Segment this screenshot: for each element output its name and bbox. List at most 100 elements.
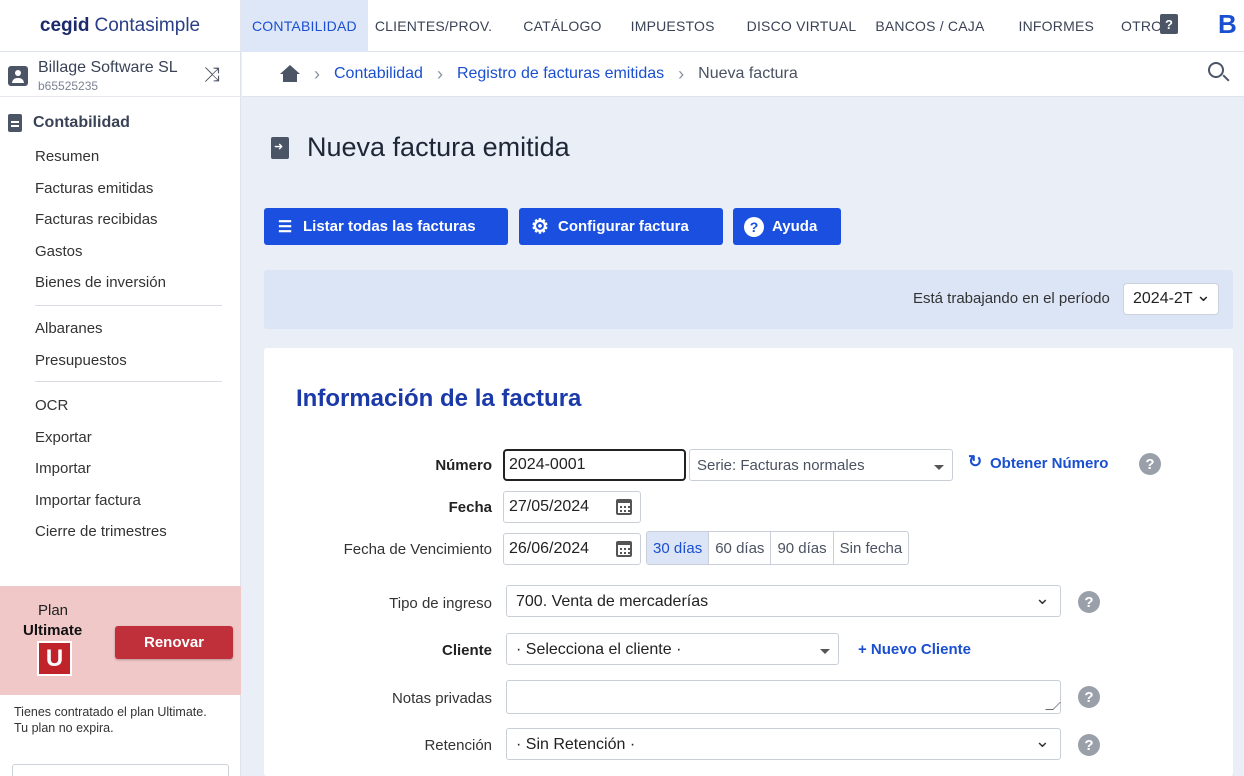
tipo-ingreso-label: Tipo de ingreso bbox=[389, 595, 492, 612]
serie-value: Serie: Facturas normales bbox=[697, 457, 865, 474]
top-nav: cegid Contasimple CONTABILIDAD CLIENTES/… bbox=[0, 0, 1244, 52]
retencion-value: · Sin Retención · bbox=[516, 736, 636, 753]
sidebar-item-presupuestos[interactable]: Presupuestos bbox=[35, 352, 127, 369]
refresh-icon[interactable]: ↻ bbox=[968, 452, 982, 472]
home-icon[interactable] bbox=[280, 65, 300, 83]
notas-textarea[interactable] bbox=[506, 680, 1061, 714]
document-icon bbox=[8, 114, 22, 132]
account-icon bbox=[8, 66, 28, 86]
sidebar-bottom-field[interactable] bbox=[12, 764, 229, 776]
breadcrumb: › Contabilidad › Registro de facturas em… bbox=[242, 52, 1244, 97]
plan-note-line2: Tu plan no expira. bbox=[14, 721, 114, 735]
plan-note: Tienes contratado el plan Ultimate. Tu p… bbox=[14, 704, 234, 736]
sidebar-item-facturas-emitidas[interactable]: Facturas emitidas bbox=[35, 180, 153, 197]
sidebar-divider bbox=[35, 381, 222, 382]
help-button[interactable]: ? Ayuda bbox=[733, 208, 841, 245]
sidebar-item-resumen[interactable]: Resumen bbox=[35, 148, 99, 165]
calendar-icon[interactable] bbox=[616, 499, 632, 515]
sidebar-item-bienes-inversion[interactable]: Bienes de inversión bbox=[35, 274, 166, 291]
account-id: b65525235 bbox=[38, 79, 99, 93]
section-title: Contabilidad bbox=[33, 114, 130, 131]
days-60-button[interactable]: 60 días bbox=[709, 532, 772, 564]
user-menu-logo[interactable]: B bbox=[1218, 9, 1237, 40]
help-icon[interactable]: ? bbox=[1160, 14, 1178, 34]
card-title: Información de la factura bbox=[296, 385, 582, 412]
sidebar-divider bbox=[35, 305, 222, 306]
fecha-input[interactable]: 27/05/2024 bbox=[503, 491, 641, 523]
serie-select[interactable]: Serie: Facturas normales bbox=[689, 449, 953, 481]
chevron-right-icon: › bbox=[678, 63, 685, 84]
plan-label: Plan bbox=[38, 602, 69, 619]
renew-button[interactable]: Renovar bbox=[115, 626, 233, 659]
numero-label: Número bbox=[435, 457, 492, 474]
chevron-right-icon: › bbox=[436, 63, 443, 84]
nav-bancos-caja[interactable]: BANCOS / CAJA bbox=[875, 0, 984, 52]
due-days-group: 30 días 60 días 90 días Sin fecha bbox=[646, 531, 910, 565]
days-90-button[interactable]: 90 días bbox=[771, 532, 834, 564]
sidebar-item-cierre-trimestres[interactable]: Cierre de trimestres bbox=[35, 523, 167, 540]
question-icon: ? bbox=[744, 216, 764, 237]
sidebar-item-albaranes[interactable]: Albaranes bbox=[35, 320, 103, 337]
plan-note-line1: Tienes contratado el plan Ultimate. bbox=[14, 705, 207, 719]
page-title: Nueva factura emitida bbox=[307, 132, 570, 162]
numero-input[interactable]: 2024-0001 bbox=[503, 449, 686, 481]
sidebar-item-ocr[interactable]: OCR bbox=[35, 397, 68, 414]
gear-icon: ⚙ bbox=[531, 216, 549, 238]
no-date-button[interactable]: Sin fecha bbox=[834, 532, 909, 564]
cliente-label: Cliente bbox=[441, 642, 492, 659]
configure-invoice-button[interactable]: ⚙ Configurar factura bbox=[519, 208, 723, 245]
plan-box: Plan Ultimate U Renovar bbox=[0, 586, 241, 695]
new-invoice-icon bbox=[271, 137, 289, 159]
vencimiento-label: Fecha de Vencimiento bbox=[343, 541, 492, 558]
plan-badge-icon: U bbox=[37, 641, 72, 676]
nav-disco-virtual[interactable]: DISCO VIRTUAL bbox=[747, 0, 857, 52]
retencion-select[interactable]: · Sin Retención · bbox=[506, 728, 1061, 760]
plan-name: Ultimate bbox=[23, 622, 83, 639]
days-30-button[interactable]: 30 días bbox=[647, 532, 710, 564]
nav-informes[interactable]: INFORMES bbox=[1019, 0, 1095, 52]
sidebar-item-gastos[interactable]: Gastos bbox=[35, 243, 83, 260]
nav-catalogo[interactable]: CATÁLOGO bbox=[523, 0, 601, 52]
period-label: Está trabajando en el período bbox=[913, 290, 1110, 307]
sidebar-item-exportar[interactable]: Exportar bbox=[35, 429, 92, 446]
breadcrumb-contabilidad[interactable]: Contabilidad bbox=[334, 65, 423, 83]
period-value: 2024-2T bbox=[1133, 290, 1193, 307]
search-icon[interactable] bbox=[1208, 62, 1224, 78]
obtener-numero-link[interactable]: Obtener Número bbox=[990, 455, 1108, 472]
nav-contabilidad[interactable]: CONTABILIDAD bbox=[241, 0, 368, 52]
sidebar: Billage Software SL b65525235 ⤨ Contabil… bbox=[0, 52, 241, 776]
fecha-value: 27/05/2024 bbox=[509, 498, 590, 515]
nav-impuestos[interactable]: IMPUESTOS bbox=[631, 0, 715, 52]
period-select[interactable]: 2024-2T bbox=[1123, 283, 1219, 315]
period-bar: Está trabajando en el período 2024-2T bbox=[264, 270, 1233, 329]
notas-label: Notas privadas bbox=[391, 690, 492, 707]
fecha-label: Fecha bbox=[448, 499, 492, 516]
breadcrumb-registro-facturas[interactable]: Registro de facturas emitidas bbox=[457, 65, 664, 83]
nuevo-cliente-link[interactable]: + Nuevo Cliente bbox=[858, 641, 971, 658]
nav-clientes[interactable]: CLIENTES/PROV. bbox=[375, 0, 492, 52]
help-icon[interactable]: ? bbox=[1078, 734, 1100, 756]
help-icon[interactable]: ? bbox=[1139, 453, 1161, 475]
list-invoices-label: Listar todas las facturas bbox=[303, 218, 476, 235]
sidebar-item-facturas-recibidas[interactable]: Facturas recibidas bbox=[35, 211, 158, 228]
brand-part1: cegid bbox=[39, 14, 90, 36]
switch-account-icon[interactable]: ⤨ bbox=[204, 64, 220, 87]
tipo-ingreso-select[interactable]: 700. Venta de mercaderías bbox=[506, 585, 1061, 617]
account-name: Billage Software SL bbox=[38, 59, 178, 76]
help-icon[interactable]: ? bbox=[1078, 591, 1100, 613]
list-invoices-button[interactable]: ☰ Listar todas las facturas bbox=[264, 208, 508, 245]
configure-invoice-label: Configurar factura bbox=[558, 218, 689, 235]
sidebar-item-importar-factura[interactable]: Importar factura bbox=[35, 492, 141, 509]
help-label: Ayuda bbox=[772, 218, 818, 235]
vencimiento-input[interactable]: 26/06/2024 bbox=[503, 533, 641, 565]
cliente-value: · Selecciona el cliente · bbox=[516, 641, 682, 658]
brand-logo[interactable]: cegid Contasimple bbox=[0, 0, 241, 52]
section-contabilidad[interactable]: Contabilidad bbox=[0, 112, 130, 134]
calendar-icon[interactable] bbox=[616, 541, 632, 557]
help-icon[interactable]: ? bbox=[1078, 686, 1100, 708]
tipo-ingreso-value: 700. Venta de mercaderías bbox=[516, 593, 709, 610]
numero-value: 2024-0001 bbox=[509, 456, 586, 473]
account-switcher[interactable]: Billage Software SL b65525235 ⤨ bbox=[0, 52, 240, 97]
sidebar-item-importar[interactable]: Importar bbox=[35, 460, 91, 477]
cliente-select[interactable]: · Selecciona el cliente · bbox=[506, 633, 839, 665]
